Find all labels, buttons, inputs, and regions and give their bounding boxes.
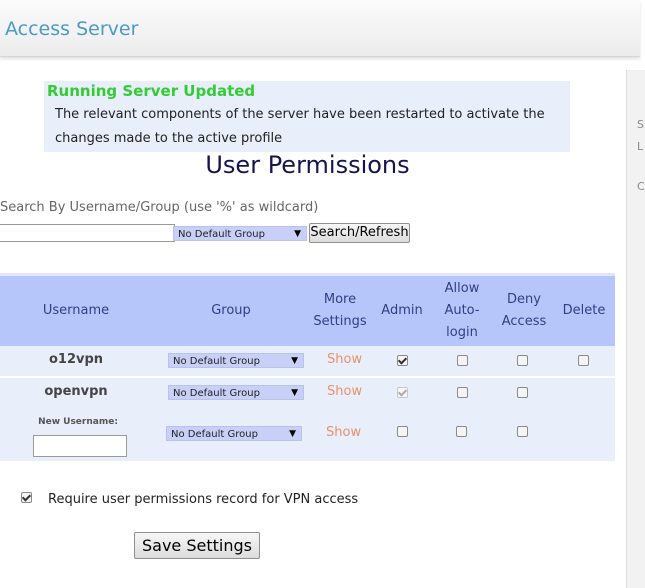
notice-message: The relevant components of the server ha… bbox=[55, 107, 545, 146]
page-title: User Permissions bbox=[205, 151, 410, 179]
table-row: openvpn No Default Group ▼ Show bbox=[0, 378, 615, 408]
header-more-settings: More Settings bbox=[313, 292, 367, 329]
row-username: o12vpn bbox=[48, 352, 104, 367]
dropdown-arrow-icon: ▼ bbox=[294, 229, 301, 239]
search-label: Search By Username/Group (use '%' as wil… bbox=[0, 200, 319, 215]
require-record-checkbox[interactable] bbox=[21, 492, 32, 503]
autologin-checkbox[interactable] bbox=[456, 426, 467, 437]
delete-checkbox[interactable] bbox=[578, 355, 589, 366]
show-settings-link[interactable]: Show bbox=[327, 384, 362, 399]
right-panel-letter-1: S bbox=[637, 118, 644, 131]
table-row: o12vpn No Default Group ▼ Show bbox=[0, 346, 615, 376]
deny-access-checkbox[interactable] bbox=[517, 426, 528, 437]
require-record-label: Require user permissions record for VPN … bbox=[48, 492, 359, 507]
deny-access-checkbox[interactable] bbox=[517, 387, 528, 398]
table-header-row: Username Group More Settings Admin Allow… bbox=[0, 273, 615, 346]
header-username: Username bbox=[42, 303, 110, 318]
new-username-label: New Username: bbox=[38, 417, 118, 427]
row-group-select[interactable]: No Default Group ▼ bbox=[168, 385, 304, 400]
right-side-panel: S L C bbox=[626, 70, 645, 588]
top-bar: Access Server bbox=[0, 0, 640, 57]
header-admin: Admin bbox=[381, 303, 423, 318]
dropdown-arrow-icon: ▼ bbox=[291, 388, 298, 398]
autologin-checkbox[interactable] bbox=[457, 387, 468, 398]
notice-title: Running Server Updated bbox=[47, 82, 256, 100]
autologin-checkbox[interactable] bbox=[457, 355, 468, 366]
search-group-select-value: No Default Group bbox=[178, 229, 265, 240]
new-user-row: New Username: No Default Group ▼ Show bbox=[0, 408, 615, 461]
header-delete: Delete bbox=[562, 303, 606, 318]
show-settings-link[interactable]: Show bbox=[326, 425, 361, 440]
header-deny-access: Deny Access bbox=[501, 292, 547, 329]
search-refresh-button[interactable]: Search/Refresh bbox=[309, 223, 410, 243]
row-group-select-value: No Default Group bbox=[173, 388, 260, 399]
admin-checkbox[interactable] bbox=[397, 426, 408, 437]
right-panel-letter-3: C bbox=[637, 180, 645, 193]
show-settings-link[interactable]: Show bbox=[327, 352, 362, 367]
dropdown-arrow-icon: ▼ bbox=[291, 356, 298, 366]
save-settings-button[interactable]: Save Settings bbox=[134, 532, 260, 559]
new-username-input[interactable] bbox=[33, 435, 127, 457]
dropdown-arrow-icon: ▼ bbox=[289, 429, 296, 439]
row-username: openvpn bbox=[44, 384, 108, 399]
row-group-select-value: No Default Group bbox=[173, 356, 260, 367]
right-panel-letter-2: L bbox=[637, 140, 644, 153]
new-user-group-select-value: No Default Group bbox=[171, 429, 258, 440]
admin-checkbox bbox=[397, 387, 408, 398]
app-title[interactable]: Access Server bbox=[5, 18, 138, 40]
new-user-group-select[interactable]: No Default Group ▼ bbox=[166, 426, 302, 441]
deny-access-checkbox[interactable] bbox=[517, 355, 528, 366]
search-input[interactable] bbox=[0, 224, 175, 242]
search-group-select[interactable]: No Default Group ▼ bbox=[173, 226, 307, 241]
row-group-select[interactable]: No Default Group ▼ bbox=[168, 353, 304, 368]
status-notice: Running Server Updated The relevant comp… bbox=[44, 81, 570, 152]
admin-checkbox[interactable] bbox=[397, 355, 408, 366]
header-group: Group bbox=[211, 303, 251, 318]
header-allow-autologin: Allow Auto-login bbox=[444, 281, 480, 340]
